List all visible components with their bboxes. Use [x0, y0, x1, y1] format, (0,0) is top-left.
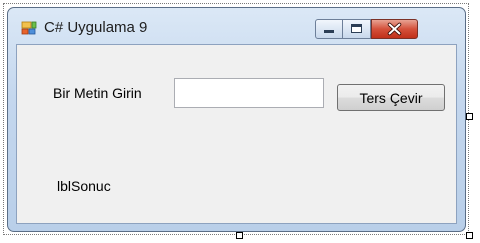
form-window: C# Uygulama 9 Bir Metin Girin Ters Çevir… — [7, 7, 466, 232]
result-label: lblSonuc — [57, 178, 111, 194]
prompt-label: Bir Metin Girin — [53, 85, 142, 101]
title-bar[interactable]: C# Uygulama 9 — [8, 8, 465, 44]
reverse-button[interactable]: Ters Çevir — [337, 84, 445, 111]
minimize-button[interactable] — [315, 19, 343, 39]
resize-handle-right[interactable] — [466, 113, 473, 120]
maximize-button[interactable] — [343, 19, 371, 39]
text-input[interactable] — [174, 78, 324, 108]
close-icon — [387, 22, 402, 36]
maximize-icon — [351, 24, 362, 33]
windows-forms-app-icon — [21, 21, 37, 35]
resize-handle-bottom[interactable] — [236, 232, 243, 239]
window-title: C# Uygulama 9 — [44, 19, 148, 36]
resize-handle-corner[interactable] — [466, 232, 473, 239]
close-button[interactable] — [371, 19, 418, 39]
form-client-area: Bir Metin Girin Ters Çevir lblSonuc — [16, 44, 457, 224]
minimize-icon — [324, 30, 334, 33]
